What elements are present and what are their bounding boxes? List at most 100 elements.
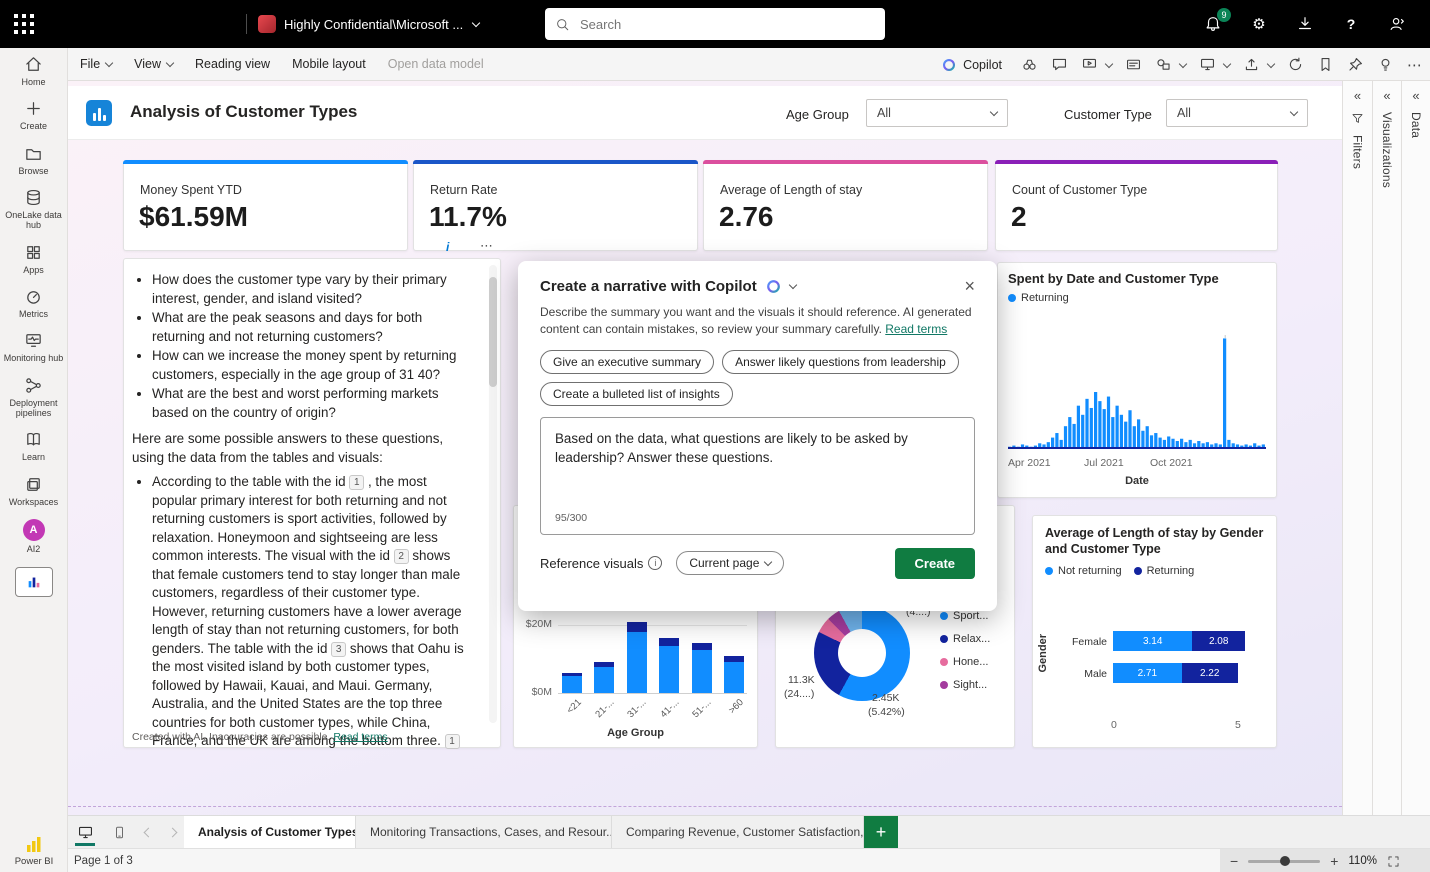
kpi-card-length-of-stay[interactable]: Average of Length of stay 2.76 <box>703 160 988 251</box>
zoom-slider-thumb[interactable] <box>1280 856 1291 866</box>
pin-icon[interactable] <box>1347 56 1364 73</box>
sidebar-item-current-report[interactable] <box>14 567 53 598</box>
text-box-icon[interactable] <box>1125 56 1142 73</box>
stay-bar-female-returning[interactable]: 2.08 <box>1192 631 1245 651</box>
fit-to-page-icon[interactable] <box>1387 855 1400 868</box>
read-terms-link[interactable]: Read terms <box>885 322 947 336</box>
chip-leadership-questions[interactable]: Answer likely questions from leadership <box>722 349 959 374</box>
sidebar-item-browse[interactable]: Browse <box>0 137 68 181</box>
sidebar-item-ai2-workspace[interactable]: A AI2 <box>0 512 68 559</box>
search-input[interactable] <box>578 15 875 33</box>
visual-info-icon[interactable]: i <box>446 240 449 254</box>
donut-chart[interactable] <box>814 605 910 701</box>
reference-chip[interactable]: 2 <box>393 549 409 564</box>
page-tab-comparing[interactable]: Comparing Revenue, Customer Satisfaction… <box>612 816 864 848</box>
page-scope-dropdown[interactable]: Current page <box>676 551 785 576</box>
legend-item[interactable]: Sport... <box>940 610 990 622</box>
sidebar-item-apps[interactable]: Apps <box>0 236 68 280</box>
prev-page-chevron-icon[interactable] <box>136 816 160 848</box>
next-page-chevron-icon[interactable] <box>160 816 184 848</box>
sidebar-item-deployment-pipelines[interactable]: Deployment pipelines <box>0 369 68 424</box>
settings-gear-icon[interactable]: ⚙ <box>1248 13 1270 35</box>
sidebar-item-create[interactable]: Create <box>0 92 68 136</box>
legend-item[interactable]: Hone... <box>940 656 990 668</box>
refresh-icon[interactable] <box>1287 56 1304 73</box>
info-icon[interactable]: i <box>648 556 663 571</box>
reference-chip[interactable]: 3 <box>331 641 347 657</box>
legend-item[interactable]: Sight... <box>940 679 990 691</box>
close-icon[interactable]: × <box>964 277 975 295</box>
age-bar[interactable] <box>659 637 680 693</box>
kpi-card-return-rate[interactable]: Return Rate 11.7% <box>413 160 698 251</box>
stay-bar-male-returning[interactable]: 2.22 <box>1181 663 1238 683</box>
age-bar[interactable] <box>562 673 582 693</box>
view-mode-icon[interactable] <box>1199 56 1232 73</box>
expand-pane-icon[interactable]: « <box>1383 89 1390 102</box>
smart-narrative-visual[interactable]: How does the customer type vary by their… <box>123 258 501 749</box>
desktop-view-icon[interactable] <box>68 816 102 848</box>
sidebar-item-monitoring-hub[interactable]: Monitoring hub <box>0 324 68 368</box>
reference-chip[interactable]: 1 <box>349 475 365 490</box>
scrollbar[interactable] <box>489 265 497 723</box>
notifications-bell-icon[interactable]: 9 <box>1202 8 1231 35</box>
page-tab-analysis[interactable]: Analysis of Customer Types <box>184 816 356 848</box>
download-icon[interactable] <box>1294 13 1316 35</box>
add-page-button[interactable]: + <box>864 816 898 848</box>
sidebar-item-learn[interactable]: Learn <box>0 423 68 467</box>
more-options-icon[interactable]: ⋯ <box>1407 56 1422 74</box>
kpi-card-customer-type-count[interactable]: Count of Customer Type 2 <box>995 160 1278 251</box>
scrollbar-thumb[interactable] <box>489 277 497 387</box>
stay-bar-female-not-returning[interactable]: 3.14 <box>1113 631 1193 651</box>
visualizations-pane-collapsed[interactable]: « Visualizations <box>1372 81 1401 815</box>
chip-bulleted-insights[interactable]: Create a bulleted list of insights <box>540 381 733 406</box>
data-pane-collapsed[interactable]: « Data <box>1401 81 1430 815</box>
bookmark-icon[interactable] <box>1317 56 1334 73</box>
sidebar-item-metrics[interactable]: Metrics <box>0 280 68 324</box>
customer-type-slicer-dropdown[interactable]: All <box>1166 99 1308 127</box>
app-launcher-waffle-icon[interactable] <box>12 12 36 36</box>
lightbulb-icon[interactable] <box>1377 56 1394 73</box>
export-icon[interactable] <box>1243 56 1276 73</box>
menu-file[interactable]: File <box>80 57 114 71</box>
chip-executive-summary[interactable]: Give an executive summary <box>540 349 715 374</box>
stay-by-gender-visual[interactable]: Average of Length of stay by Gender and … <box>1032 515 1277 748</box>
zoom-out-icon[interactable]: − <box>1230 853 1238 869</box>
expand-pane-icon[interactable]: « <box>1354 89 1361 102</box>
age-group-slicer-dropdown[interactable]: All <box>866 99 1008 127</box>
kpi-card-money-spent[interactable]: Money Spent YTD $61.59M <box>123 160 408 251</box>
global-search[interactable] <box>545 8 885 40</box>
menu-mobile-layout[interactable]: Mobile layout <box>292 57 366 71</box>
shapes-icon[interactable] <box>1155 56 1188 73</box>
expand-pane-icon[interactable]: « <box>1412 89 1419 102</box>
chevron-down-icon[interactable] <box>788 280 797 290</box>
age-bar[interactable] <box>691 642 712 693</box>
legend-item[interactable]: Relax... <box>940 633 990 645</box>
present-icon[interactable] <box>1081 56 1114 73</box>
visual-options-icon[interactable]: ⋯ <box>480 238 493 254</box>
zoom-slider[interactable] <box>1248 856 1321 866</box>
sidebar-item-onelake-data-hub[interactable]: OneLake data hub <box>0 181 68 236</box>
age-bar[interactable] <box>626 621 647 693</box>
workspace-title-menu[interactable]: Highly Confidential\Microsoft ... <box>284 0 481 48</box>
age-bar[interactable] <box>723 656 744 693</box>
comments-icon[interactable] <box>1051 56 1068 73</box>
time-series-plot[interactable] <box>1008 335 1266 449</box>
stay-bar-male-not-returning[interactable]: 2.71 <box>1113 663 1182 683</box>
zoom-in-icon[interactable]: + <box>1330 853 1338 869</box>
explore-icon[interactable] <box>1021 56 1038 73</box>
reference-chip[interactable]: 1 <box>444 734 460 749</box>
mobile-view-icon[interactable] <box>102 816 136 848</box>
legend-item[interactable]: Returning <box>1133 565 1194 577</box>
legend-item[interactable]: Not returning <box>1045 565 1122 577</box>
feedback-person-icon[interactable] <box>1386 13 1408 35</box>
create-button[interactable]: Create <box>894 547 975 579</box>
menu-reading-view[interactable]: Reading view <box>195 57 270 71</box>
sidebar-item-home[interactable]: Home <box>0 48 68 92</box>
page-tab-monitoring[interactable]: Monitoring Transactions, Cases, and Reso… <box>356 816 612 848</box>
spent-by-date-visual[interactable]: Spent by Date and Customer Type Returnin… <box>997 262 1277 498</box>
age-bar[interactable] <box>594 661 615 693</box>
menu-view[interactable]: View <box>134 57 175 71</box>
help-icon[interactable]: ? <box>1340 13 1362 35</box>
filters-pane-collapsed[interactable]: « Filters <box>1342 81 1372 815</box>
read-terms-link[interactable]: Read terms <box>333 731 387 743</box>
